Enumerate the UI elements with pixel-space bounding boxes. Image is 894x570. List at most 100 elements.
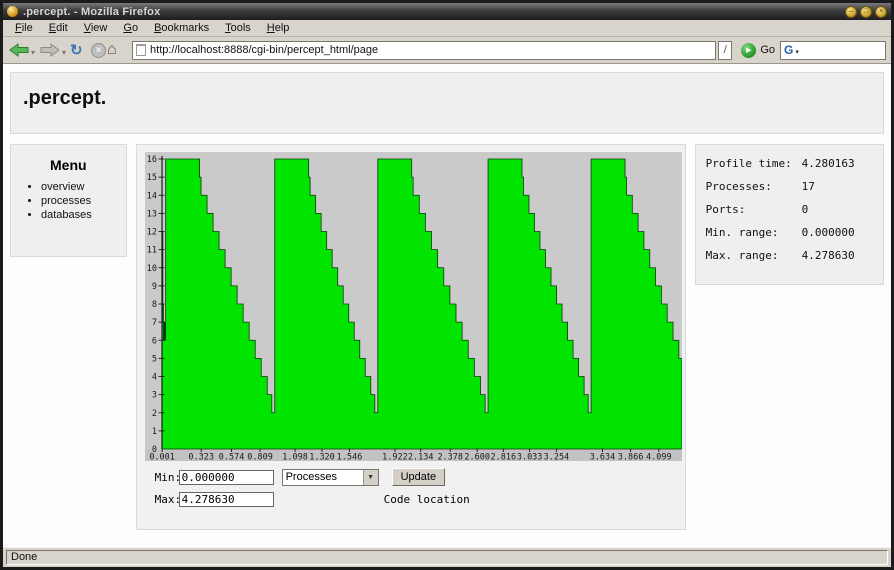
svg-text:3.033: 3.033 [516,453,542,462]
forward-arrow-icon [39,42,61,58]
processes-count-value: 17 [802,180,815,193]
graph-type-select[interactable]: Processes ▼ [282,469,379,486]
menubar: File Edit View Go Bookmarks Tools Help [3,20,891,37]
profile-time-value: 4.280163 [802,157,855,170]
svg-text:15: 15 [146,173,156,183]
titlebar: .percept. - Mozilla Firefox – □ × [3,3,891,20]
menu-help[interactable]: Help [259,21,298,35]
select-arrow-icon: ▼ [363,470,378,485]
url-bar [132,41,716,60]
svg-text:11: 11 [146,246,156,256]
min-range-input[interactable] [179,470,274,485]
menu-tools[interactable]: Tools [217,21,259,35]
info-row-min-range: Min. range: 0.000000 [706,226,873,239]
svg-text:2.600: 2.600 [464,453,490,462]
page-content: .percept. Menu overview processes databa… [3,64,891,547]
firefox-icon [7,6,18,17]
svg-text:3.254: 3.254 [543,453,569,462]
sidebar-menu-panel: Menu overview processes databases [10,144,127,257]
svg-text:0.809: 0.809 [247,453,273,462]
processes-chart: 0123456789101112131415160.0010.3230.5740… [145,152,680,461]
svg-text:12: 12 [146,228,156,238]
menu-edit[interactable]: Edit [41,21,76,35]
svg-text:7: 7 [151,318,156,328]
maximize-button[interactable]: □ [860,6,872,18]
search-bar: G ▾ [780,41,886,60]
svg-text:13: 13 [146,209,156,219]
svg-text:1.320: 1.320 [309,453,335,462]
max-label: Max: [145,493,179,506]
page-title: .percept. [23,87,883,110]
update-button[interactable]: Update [392,468,445,486]
min-label: Min: [145,471,179,484]
nav-toolbar: ▾ ▾ ↻ × ⌂ / ▶ Go G ▾ [3,37,891,64]
svg-text:3.866: 3.866 [617,453,643,462]
stop-icon: × [91,43,106,58]
sidebar-menu-title: Menu [11,157,126,173]
menu-bookmarks[interactable]: Bookmarks [146,21,217,35]
range-controls: Min: Processes ▼ Update Max: Code locati… [145,467,680,509]
close-button[interactable]: × [875,6,887,18]
menu-file[interactable]: File [7,21,41,35]
info-row-processes: Processes: 17 [706,180,873,193]
info-row-ports: Ports: 0 [706,203,873,216]
back-arrow-icon [8,42,30,58]
svg-text:2.816: 2.816 [490,453,516,462]
minimize-button[interactable]: – [845,6,857,18]
page-favicon-icon [136,44,146,56]
google-logo-icon: G [784,43,793,57]
go-button[interactable]: ▶ Go [741,43,775,58]
svg-text:0.323: 0.323 [188,453,214,462]
window-title: .percept. - Mozilla Firefox [23,6,160,18]
svg-text:1.098: 1.098 [282,453,308,462]
search-engine-dropdown-icon[interactable]: ▾ [795,48,799,56]
svg-text:5: 5 [151,354,156,364]
svg-text:6: 6 [151,336,156,346]
sidebar-item-overview[interactable]: overview [41,181,126,193]
svg-text:0.001: 0.001 [149,453,175,462]
svg-text:1.922: 1.922 [382,453,408,462]
svg-text:14: 14 [146,191,156,201]
home-button[interactable]: ⌂ [107,41,127,59]
svg-text:3: 3 [151,391,156,401]
url-input[interactable] [150,44,712,56]
svg-text:2.134: 2.134 [407,453,433,462]
browser-window: .percept. - Mozilla Firefox – □ × File E… [0,0,894,570]
status-text: Done [6,550,888,565]
svg-text:2: 2 [151,409,156,419]
statusbar: Done [3,547,891,567]
go-arrow-icon: ▶ [741,43,756,58]
svg-text:4: 4 [151,373,156,383]
reload-button[interactable]: ↻ [70,41,90,59]
info-row-profile-time: Profile time: 4.280163 [706,157,873,170]
graph-type-selected: Processes [283,471,363,483]
svg-text:8: 8 [151,300,156,310]
svg-text:0.574: 0.574 [218,453,244,462]
max-range-input[interactable] [179,492,274,507]
sidebar-item-databases[interactable]: databases [41,209,126,221]
svg-text:9: 9 [151,282,156,292]
svg-text:3.634: 3.634 [589,453,615,462]
forward-button[interactable]: ▾ [39,42,69,58]
code-location-label: Code location [384,493,470,506]
menu-view[interactable]: View [76,21,116,35]
stop-button[interactable]: × [91,43,106,58]
search-input[interactable] [801,43,882,58]
svg-text:2.378: 2.378 [437,453,463,462]
main-panel: 0123456789101112131415160.0010.3230.5740… [136,144,686,530]
forward-dropdown-icon[interactable]: ▾ [62,48,66,57]
ports-count-value: 0 [802,203,809,216]
svg-text:10: 10 [146,264,156,274]
profile-info-panel: Profile time: 4.280163 Processes: 17 Por… [695,144,884,285]
back-dropdown-icon[interactable]: ▾ [31,48,35,57]
info-row-max-range: Max. range: 4.278630 [706,249,873,262]
svg-text:1: 1 [151,427,156,437]
svg-text:1.546: 1.546 [336,453,362,462]
min-range-value: 0.000000 [802,226,855,239]
url-dropdown-button[interactable]: / [718,41,732,60]
svg-text:16: 16 [146,155,156,165]
chart-canvas: 0123456789101112131415160.0010.3230.5740… [145,152,682,461]
menu-go[interactable]: Go [115,21,146,35]
sidebar-item-processes[interactable]: processes [41,195,126,207]
back-button[interactable]: ▾ [8,42,38,58]
